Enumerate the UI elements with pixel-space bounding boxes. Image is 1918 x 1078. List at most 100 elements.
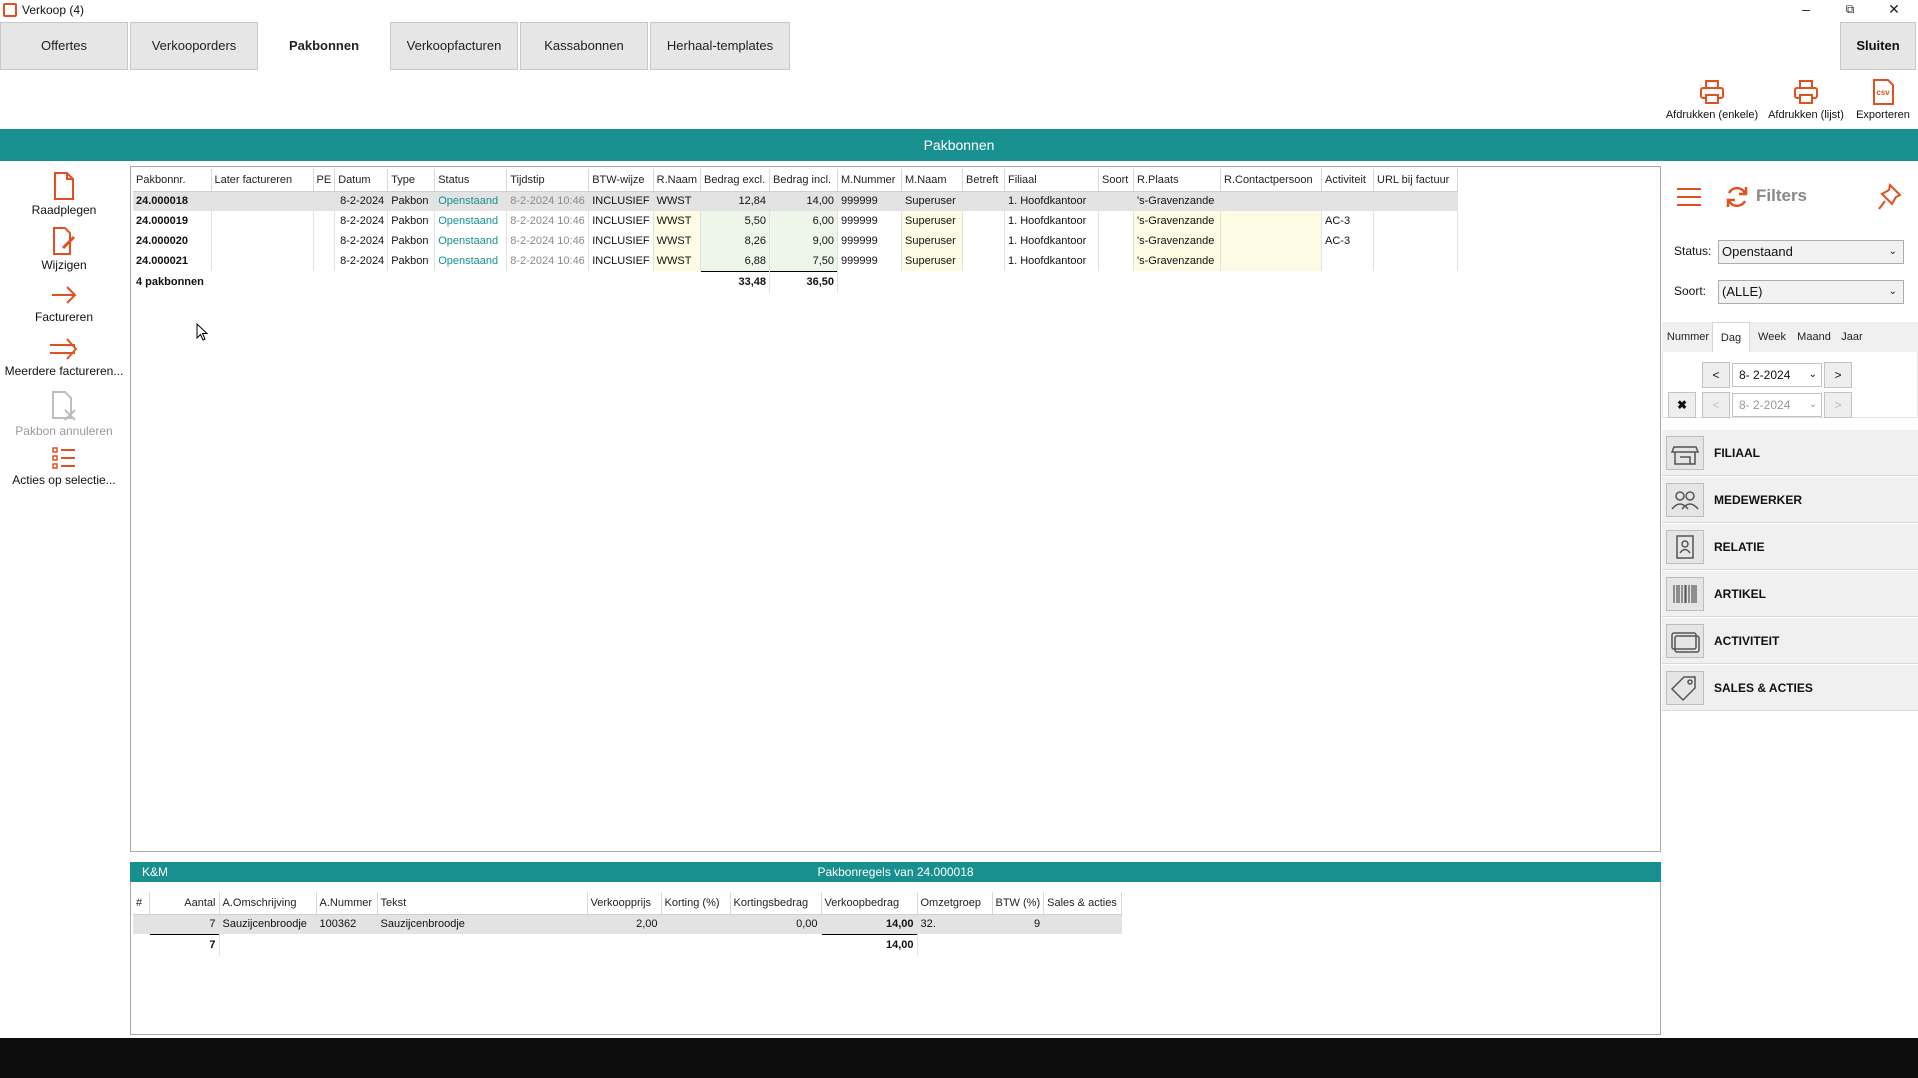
footer-total-incl: 36,50 <box>769 270 838 293</box>
column-header[interactable]: Pakbonnr. <box>133 169 212 192</box>
tab-jaar[interactable]: Jaar <box>1836 322 1868 352</box>
column-header[interactable]: Tijdstip <box>506 169 590 192</box>
next-date-to-button[interactable]: > <box>1824 392 1852 418</box>
acties-op-selectie-button[interactable]: Acties op selectie... <box>0 445 128 487</box>
column-header[interactable]: Sales & acties <box>1043 892 1123 915</box>
print-single-button[interactable]: Afdrukken (enkele) <box>1662 78 1762 121</box>
table-row[interactable]: 24.000018 8-2-2024 Pakbon Openstaand 8-2… <box>133 191 1458 211</box>
column-header[interactable]: Omzetgroep <box>917 892 993 915</box>
cell-r-naam: WWST <box>653 211 702 231</box>
pakbonregels-grid[interactable]: # Aantal A.Omschrijving A.Nummer Tekst V… <box>130 882 1661 1035</box>
tab-kassabonnen[interactable]: Kassabonnen <box>520 22 648 70</box>
next-date-button[interactable]: > <box>1824 362 1852 388</box>
table-row[interactable]: 24.000021 8-2-2024 Pakbon Openstaand 8-2… <box>133 251 1458 271</box>
column-header[interactable]: Soort <box>1098 169 1134 192</box>
table-row[interactable]: 24.000020 8-2-2024 Pakbon Openstaand 8-2… <box>133 231 1458 251</box>
column-header[interactable]: A.Omschrijving <box>219 892 317 915</box>
pakbon-annuleren-button[interactable]: Pakbon annuleren <box>0 390 128 438</box>
raadplegen-button[interactable]: Raadplegen <box>0 171 128 217</box>
column-header[interactable]: Bedrag incl. <box>769 169 838 192</box>
cell-btw-wijze: INCLUSIEF <box>588 211 654 231</box>
column-header[interactable]: Verkoopprijs <box>587 892 662 915</box>
soort-select[interactable]: (ALLE) ⌄ <box>1718 280 1904 304</box>
footer-aantal: 7 <box>149 933 220 956</box>
tab-verkoopfacturen[interactable]: Verkoopfacturen <box>390 22 518 70</box>
minimize-icon[interactable]: – <box>1784 0 1828 20</box>
tab-pakbonnen[interactable]: Pakbonnen <box>260 22 388 70</box>
table-row[interactable]: 24.000019 8-2-2024 Pakbon Openstaand 8-2… <box>133 211 1458 231</box>
section-relatie[interactable]: RELATIE <box>1662 524 1918 570</box>
close-icon[interactable]: ✕ <box>1872 0 1916 20</box>
hamburger-menu-icon[interactable] <box>1676 186 1702 208</box>
column-header[interactable]: Filiaal <box>1004 169 1099 192</box>
section-filiaal[interactable]: FILIAAL <box>1662 430 1918 476</box>
section-activiteit[interactable]: ACTIVITEIT <box>1662 618 1918 664</box>
cell-pe <box>313 191 336 211</box>
date-to-input[interactable]: 8- 2-2024 ⌄ <box>1732 393 1822 417</box>
cell-later-factureren <box>211 191 314 211</box>
cell-bedrag-incl: 7,50 <box>769 251 838 271</box>
pakbonnen-grid[interactable]: Pakbonnr. Later factureren PE Datum Type… <box>130 166 1661 852</box>
column-header[interactable]: URL bij factuur <box>1373 169 1458 192</box>
cell-m-nummer: 999999 <box>837 231 902 251</box>
column-header[interactable]: Status <box>434 169 508 192</box>
wijzigen-button[interactable]: Wijzigen <box>0 226 128 272</box>
column-header[interactable]: M.Nummer <box>837 169 902 192</box>
tab-herhaal-templates[interactable]: Herhaal-templates <box>650 22 790 70</box>
restore-icon[interactable]: ⧉ <box>1828 0 1872 20</box>
prev-date-button[interactable]: < <box>1702 362 1730 388</box>
tab-nummer[interactable]: Nummer <box>1666 322 1710 352</box>
column-header[interactable]: R.Plaats <box>1133 169 1221 192</box>
cell-datum: 8-2-2024 <box>334 211 389 231</box>
column-header[interactable]: R.Contactpersoon <box>1220 169 1322 192</box>
cell-m-naam: Superuser <box>901 211 963 231</box>
column-header[interactable]: Activiteit <box>1321 169 1374 192</box>
prev-date-to-button[interactable]: < <box>1702 392 1730 418</box>
store-icon <box>1666 436 1704 470</box>
column-header[interactable]: Type <box>387 169 436 192</box>
cell-r-plaats: 's-Gravenzande <box>1133 251 1221 271</box>
column-header[interactable]: BTW (%) <box>992 892 1045 915</box>
tab-verkooporders[interactable]: Verkooporders <box>130 22 258 70</box>
column-header[interactable]: Verkoopbedrag <box>821 892 918 915</box>
column-header[interactable]: Tekst <box>377 892 588 915</box>
export-button[interactable]: csv Exporteren <box>1850 78 1916 121</box>
tab-week[interactable]: Week <box>1754 322 1790 352</box>
table-row[interactable]: 7 Sauzijcenbroodje 100362 Sauzijcenbrood… <box>133 914 1123 934</box>
refresh-icon[interactable] <box>1724 184 1750 210</box>
column-header[interactable]: Korting (%) <box>661 892 731 915</box>
column-header[interactable]: PE <box>313 169 336 192</box>
tab-offertes[interactable]: Offertes <box>0 22 128 70</box>
column-header[interactable]: A.Nummer <box>316 892 378 915</box>
column-header[interactable]: M.Naam <box>901 169 963 192</box>
cell-betreft <box>962 211 1005 231</box>
status-select[interactable]: Openstaand ⌄ <box>1718 240 1904 264</box>
section-artikel[interactable]: ARTIKEL <box>1662 571 1918 617</box>
factureren-button[interactable]: Factureren <box>0 282 128 324</box>
column-header[interactable]: Betreft <box>962 169 1005 192</box>
close-button[interactable]: Sluiten <box>1840 22 1916 70</box>
section-medewerker[interactable]: MEDEWERKER <box>1662 477 1918 523</box>
cell-bedrag-incl: 14,00 <box>769 191 838 211</box>
tab-dag[interactable]: Dag <box>1712 322 1750 352</box>
table-footer-row: 7 14,00 <box>133 933 1122 956</box>
clear-date-icon[interactable]: ✖ <box>1668 392 1696 418</box>
column-header[interactable]: Bedrag excl. <box>700 169 770 192</box>
column-header[interactable]: Later factureren <box>211 169 314 192</box>
column-header[interactable]: Aantal <box>149 892 220 915</box>
print-list-button[interactable]: Afdrukken (lijst) <box>1764 78 1848 121</box>
column-header[interactable]: # <box>133 892 150 915</box>
meerdere-factureren-button[interactable]: Meerdere factureren... <box>0 336 128 378</box>
column-header[interactable]: Datum <box>334 169 389 192</box>
column-header[interactable]: R.Naam <box>653 169 702 192</box>
tab-maand[interactable]: Maand <box>1794 322 1834 352</box>
pin-icon[interactable] <box>1876 182 1904 212</box>
column-header[interactable]: Kortingsbedrag <box>730 892 822 915</box>
column-header[interactable]: BTW-wijze <box>588 169 654 192</box>
section-sales-acties[interactable]: SALES & ACTIES <box>1662 665 1918 711</box>
footer-spacer <box>838 271 1458 293</box>
date-from-input[interactable]: 8- 2-2024 ⌄ <box>1732 363 1822 387</box>
cell-r-naam: WWST <box>653 231 702 251</box>
tag-icon <box>1666 671 1704 705</box>
section-label: RELATIE <box>1714 540 1765 554</box>
